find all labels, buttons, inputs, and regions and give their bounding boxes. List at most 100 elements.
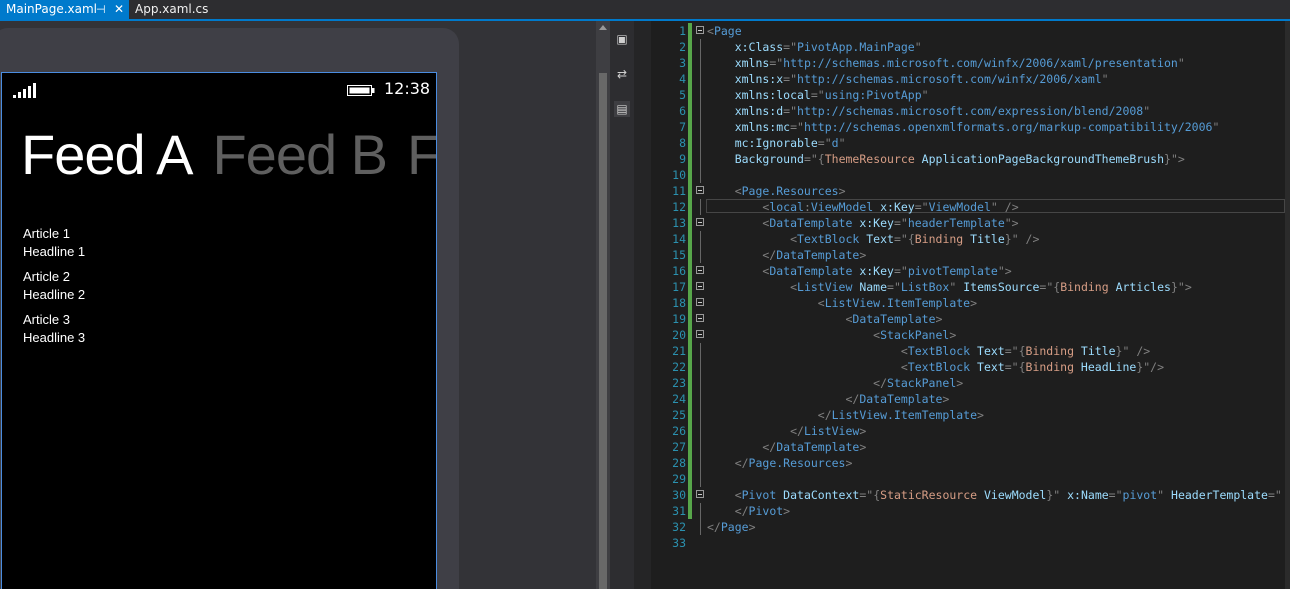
scrollbar-thumb[interactable] <box>599 73 607 589</box>
outline-guide <box>700 119 701 135</box>
code-line[interactable]: 27 </DataTemplate> <box>634 439 1290 455</box>
line-number: 33 <box>672 536 686 550</box>
line-number: 28 <box>672 456 686 470</box>
code-line[interactable]: 15 </DataTemplate> <box>634 247 1290 263</box>
tab-app-xaml-cs[interactable]: App.xaml.cs <box>129 0 208 19</box>
change-tracking-bar <box>688 71 692 87</box>
line-number: 23 <box>672 376 686 390</box>
code-line[interactable]: 19 <DataTemplate> <box>634 311 1290 327</box>
design-view-icon[interactable]: ▣ <box>614 31 630 47</box>
outline-guide <box>700 167 701 183</box>
change-tracking-bar <box>688 39 692 55</box>
line-number: 11 <box>672 184 686 198</box>
change-tracking-bar <box>688 103 692 119</box>
list-item[interactable]: Article 1 Headline 1 <box>23 225 85 268</box>
code-line[interactable]: 31 </Pivot> <box>634 503 1290 519</box>
code-line[interactable]: 25 </ListView.ItemTemplate> <box>634 407 1290 423</box>
scroll-up-arrow-icon[interactable] <box>599 25 607 30</box>
code-line[interactable]: 16 <DataTemplate x:Key="pivotTemplate"> <box>634 263 1290 279</box>
line-number: 26 <box>672 424 686 438</box>
collapse-icon[interactable] <box>696 298 704 306</box>
code-line[interactable]: 18 <ListView.ItemTemplate> <box>634 295 1290 311</box>
code-line[interactable]: 33 <box>634 535 1290 551</box>
tab-mainpage-xaml[interactable]: MainPage.xaml ⊣ ✕ <box>0 0 129 19</box>
code-text: </Pivot> <box>707 504 791 518</box>
line-number: 15 <box>672 248 686 262</box>
code-text: <Pivot DataContext="{StaticResource View… <box>707 488 1282 502</box>
xaml-code-editor[interactable]: 1 <Page 2 x:Class="PivotApp.MainPage" 3 xml… <box>634 21 1290 589</box>
collapse-icon[interactable] <box>696 330 704 338</box>
collapse-icon[interactable] <box>696 314 704 322</box>
pivot-header-feed-b[interactable]: Feed B <box>212 120 388 190</box>
code-line[interactable]: 11 <Page.Resources> <box>634 183 1290 199</box>
change-tracking-bar <box>688 439 692 455</box>
designer-scrollbar[interactable] <box>596 21 610 589</box>
line-number: 6 <box>679 104 686 118</box>
collapse-icon[interactable] <box>696 218 704 226</box>
article-title: Article 3 <box>23 312 70 327</box>
code-line[interactable]: 10 <box>634 167 1290 183</box>
change-tracking-bar <box>688 423 692 439</box>
code-line[interactable]: 8 mc:Ignorable="d" <box>634 135 1290 151</box>
collapse-icon[interactable] <box>696 282 704 290</box>
visual-studio-window: MainPage.xaml ⊣ ✕ App.xaml.cs 12:38 Feed… <box>0 0 1290 589</box>
code-line[interactable]: 9 Background="{ThemeResource Application… <box>634 151 1290 167</box>
status-bar-clock: 12:38 <box>384 79 431 98</box>
outline-guide <box>700 439 701 455</box>
pin-icon[interactable]: ⊣ <box>96 0 106 19</box>
code-text: </StackPanel> <box>707 376 964 390</box>
code-line[interactable]: 32 </Page> <box>634 519 1290 535</box>
line-number: 9 <box>679 152 686 166</box>
code-line[interactable]: 14 <TextBlock Text="{Binding Title}" /> <box>634 231 1290 247</box>
collapse-icon[interactable] <box>696 186 704 194</box>
change-tracking-bar <box>688 119 692 135</box>
code-line[interactable]: 23 </StackPanel> <box>634 375 1290 391</box>
code-line[interactable]: 7 xmlns:mc="http://schemas.openxmlformat… <box>634 119 1290 135</box>
code-text: x:Class="PivotApp.MainPage" <box>707 40 922 54</box>
code-text: xmlns:mc="http://schemas.openxmlformats.… <box>707 120 1220 134</box>
swap-panes-icon[interactable]: ⇄ <box>614 66 630 82</box>
code-line[interactable]: 24 </DataTemplate> <box>634 391 1290 407</box>
code-text: </DataTemplate> <box>707 440 867 454</box>
outline-guide <box>700 231 701 247</box>
code-line[interactable]: 26 </ListView> <box>634 423 1290 439</box>
collapse-icon[interactable] <box>696 266 704 274</box>
close-icon[interactable]: ✕ <box>114 0 124 19</box>
change-tracking-bar <box>688 455 692 471</box>
article-headline: Headline 1 <box>23 244 86 259</box>
code-line[interactable]: 29 <box>634 471 1290 487</box>
code-line[interactable]: 12 <local:ViewModel x:Key="ViewModel" /> <box>634 199 1290 215</box>
pivot-header-feed-c[interactable]: Feed C <box>407 120 436 190</box>
list-item[interactable]: Article 2 Headline 2 <box>23 268 85 311</box>
code-line[interactable]: 1 <Page <box>634 23 1290 39</box>
phone-screen[interactable]: 12:38 Feed A Feed B Feed C Article 1 Headl… <box>1 72 437 589</box>
code-line[interactable]: 13 <DataTemplate x:Key="headerTemplate"> <box>634 215 1290 231</box>
code-line[interactable]: 22 <TextBlock Text="{Binding HeadLine}"/… <box>634 359 1290 375</box>
code-line[interactable]: 6 xmlns:d="http://schemas.microsoft.com/… <box>634 103 1290 119</box>
xaml-view-icon[interactable]: ▤ <box>614 101 630 117</box>
code-line[interactable]: 4 xmlns:x="http://schemas.microsoft.com/… <box>634 71 1290 87</box>
code-line[interactable]: 2 x:Class="PivotApp.MainPage" <box>634 39 1290 55</box>
outline-guide <box>700 455 701 471</box>
collapse-icon[interactable] <box>696 26 704 34</box>
change-tracking-bar <box>688 87 692 103</box>
code-line[interactable]: 20 <StackPanel> <box>634 327 1290 343</box>
list-item[interactable]: Article 3 Headline 3 <box>23 311 85 354</box>
code-line[interactable]: 5 xmlns:local="using:PivotApp" <box>634 87 1290 103</box>
outline-guide <box>700 151 701 167</box>
article-headline: Headline 2 <box>23 287 86 302</box>
code-line[interactable]: 30 <Pivot DataContext="{StaticResource V… <box>634 487 1290 503</box>
code-line[interactable]: 17 <ListView Name="ListBox" ItemsSource=… <box>634 279 1290 295</box>
battery-icon <box>347 85 375 96</box>
code-line[interactable]: 3 xmlns="http://schemas.microsoft.com/wi… <box>634 55 1290 71</box>
tab-label: App.xaml.cs <box>135 2 209 16</box>
collapse-icon[interactable] <box>696 490 704 498</box>
article-headline: Headline 3 <box>23 330 86 345</box>
line-number: 5 <box>679 88 686 102</box>
change-tracking-bar <box>688 231 692 247</box>
pivot-header-feed-a[interactable]: Feed A <box>21 120 193 190</box>
change-tracking-bar <box>688 55 692 71</box>
xaml-designer-pane[interactable]: 12:38 Feed A Feed B Feed C Article 1 Headl… <box>0 21 596 589</box>
code-line[interactable]: 28 </Page.Resources> <box>634 455 1290 471</box>
code-line[interactable]: 21 <TextBlock Text="{Binding Title}" /> <box>634 343 1290 359</box>
